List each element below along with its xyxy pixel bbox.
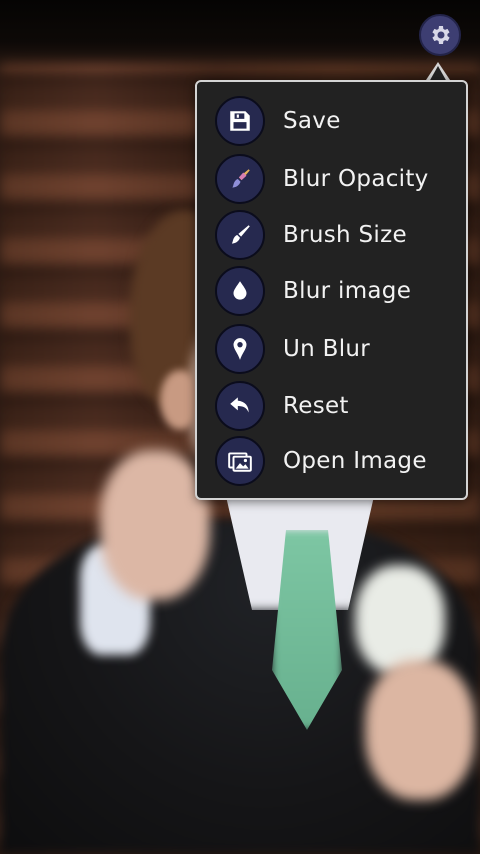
menu-item-brush-size[interactable]: Brush Size <box>215 208 460 262</box>
paintbrush-color-icon <box>215 154 265 204</box>
undo-arrow-icon <box>215 381 265 431</box>
menu-item-label: Reset <box>283 393 349 419</box>
floppy-disk-icon <box>215 96 265 146</box>
menu-item-un-blur[interactable]: Un Blur <box>215 322 460 376</box>
menu-item-label: Brush Size <box>283 222 407 248</box>
gear-icon <box>432 26 450 44</box>
map-pin-icon <box>215 324 265 374</box>
menu-item-label: Open Image <box>283 448 427 474</box>
menu-item-save[interactable]: Save <box>215 94 460 148</box>
menu-item-label: Un Blur <box>283 336 371 362</box>
left-fist <box>100 450 210 600</box>
menu-item-label: Save <box>283 108 341 134</box>
boutonniere <box>355 565 445 675</box>
menu-item-blur-image[interactable]: Blur image <box>215 264 460 318</box>
menu-item-reset[interactable]: Reset <box>215 379 460 433</box>
menu-item-open-image[interactable]: Open Image <box>215 434 460 488</box>
images-icon <box>215 436 265 486</box>
droplet-icon <box>215 266 265 316</box>
menu-item-label: Blur Opacity <box>283 166 429 192</box>
settings-button[interactable] <box>419 14 461 56</box>
paintbrush-icon <box>215 210 265 260</box>
options-menu: Save Blur Opacity Brush Size Blur image <box>195 80 468 500</box>
right-fist <box>365 660 475 800</box>
top-dark-area <box>0 0 480 70</box>
menu-item-blur-opacity[interactable]: Blur Opacity <box>215 152 460 206</box>
boy-ear <box>160 370 200 430</box>
menu-item-label: Blur image <box>283 278 412 304</box>
